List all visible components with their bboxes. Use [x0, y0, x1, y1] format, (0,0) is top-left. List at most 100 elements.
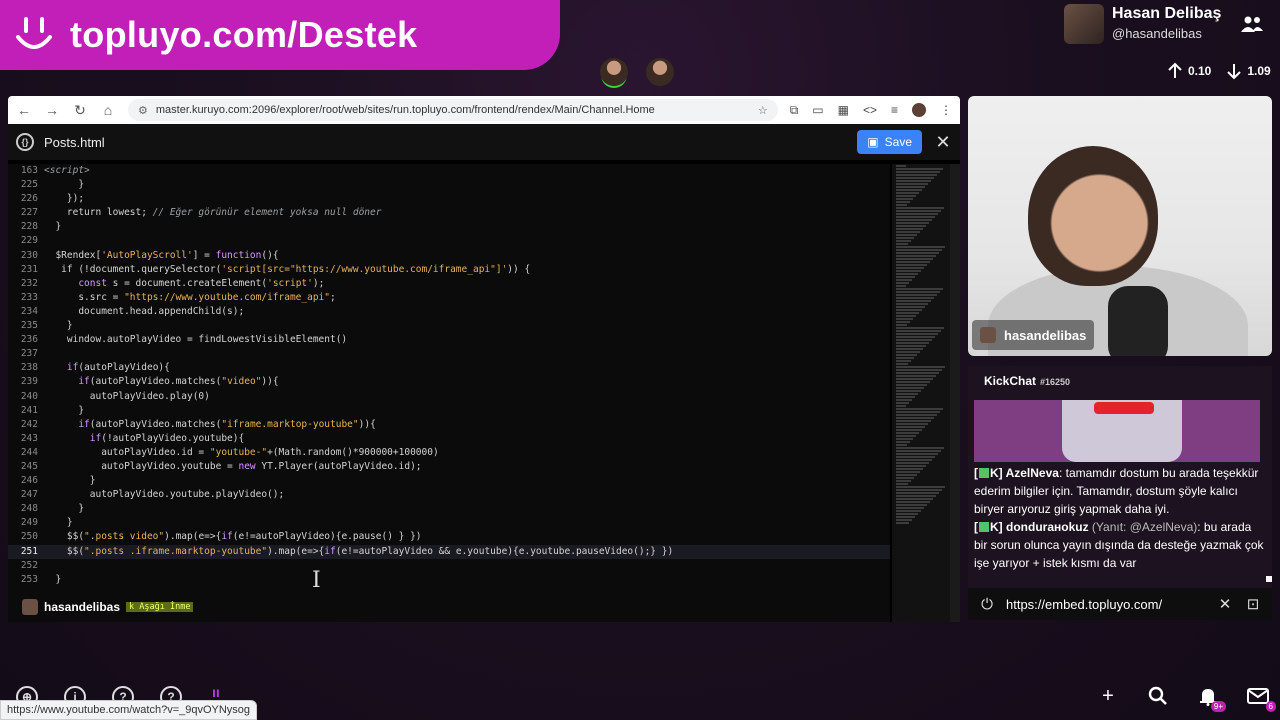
bell-icon[interactable]: 9+: [1196, 684, 1226, 712]
code-text: autoPlayVideo.id = "youtube-"+(Math.rand…: [44, 446, 439, 458]
code-line[interactable]: 244 autoPlayVideo.id = "youtube-"+(Math.…: [8, 446, 890, 460]
badge-letter: K: [990, 466, 999, 480]
code-line[interactable]: 227 return lowest; // Eğer görünür eleme…: [8, 206, 890, 220]
devtools-icon[interactable]: <>: [863, 103, 877, 117]
code-line[interactable]: 240 autoPlayVideo.play(0): [8, 390, 890, 404]
close-embed-icon[interactable]: ✕: [1216, 595, 1234, 613]
code-line[interactable]: 234 document.head.appendChild(s);: [8, 305, 890, 319]
code-line[interactable]: 252: [8, 559, 890, 573]
code-line[interactable]: 250 $$(".posts video").map(e=>{if(e!=aut…: [8, 530, 890, 544]
code-line[interactable]: 235 }: [8, 319, 890, 333]
site-info-icon[interactable]: ⚙: [138, 104, 148, 117]
code-text: window.autoPlayVideo = findLowestVisible…: [44, 334, 348, 346]
line-number: 235: [20, 320, 38, 332]
minimap-line: [896, 243, 908, 245]
line-number: 250: [20, 531, 38, 543]
minimap-line: [896, 453, 938, 455]
code-line[interactable]: 226 });: [8, 192, 890, 206]
code-editor[interactable]: 163 <script> 225 } 226 }); 227 return lowest…: [8, 164, 890, 622]
save-label: Save: [884, 135, 912, 149]
code-line[interactable]: 242 if(autoPlayVideo.matches("iframe.mar…: [8, 418, 890, 432]
mail-icon[interactable]: 6: [1246, 684, 1276, 712]
code-line[interactable]: 243 if(!autoPlayVideo.youtube){: [8, 432, 890, 446]
code-line[interactable]: 246 }: [8, 474, 890, 488]
minimap-line: [896, 186, 925, 188]
code-text: }: [44, 179, 85, 191]
chat-username[interactable]: dondurанokuz: [1006, 520, 1089, 534]
minimap-line: [896, 438, 913, 440]
code-line[interactable]: 163 <script>: [8, 164, 890, 178]
people-icon[interactable]: [1240, 14, 1264, 34]
line-number: 239: [20, 376, 38, 388]
chat-media[interactable]: [974, 400, 1260, 462]
arrow-up-icon: [1168, 62, 1182, 78]
chat-message[interactable]: [K] dondurанokuz (Yanıt: @AzelNeva): bu …: [974, 518, 1264, 572]
code-line[interactable]: 245 autoPlayVideo.youtube = new YT.Playe…: [8, 460, 890, 474]
address-bar[interactable]: ⚙ master.kuruyo.com:2096/explorer/root/w…: [128, 99, 778, 121]
minimap-line: [896, 279, 912, 281]
qr-icon[interactable]: ▦: [838, 103, 849, 117]
code-line[interactable]: 228 }: [8, 220, 890, 234]
chat-username[interactable]: AzelNeva: [1006, 466, 1059, 480]
viewer-avatar[interactable]: [600, 58, 628, 86]
minimap-line: [896, 504, 927, 506]
code-text: <script>: [44, 165, 90, 176]
code-line[interactable]: 236 window.autoPlayVideo = findLowestVis…: [8, 333, 890, 347]
minimap-line: [896, 177, 934, 179]
code-line[interactable]: 248 }: [8, 502, 890, 516]
screenshot-icon[interactable]: ⊡: [1244, 595, 1262, 613]
browser-profile-icon[interactable]: [912, 103, 926, 117]
media-icon[interactable]: ≡: [891, 103, 898, 117]
minimap-line: [896, 441, 910, 443]
profile-card[interactable]: Hasan Delibaş @hasandelibas: [1064, 4, 1221, 44]
minimap-line: [896, 330, 941, 332]
save-button[interactable]: ▣ Save: [857, 130, 922, 154]
code-text: }: [44, 517, 73, 529]
browser-window: ← → ↻ ⌂ ⚙ master.kuruyo.com:2096/explore…: [8, 96, 960, 622]
chat-reply-tag: (Yanıt: @AzelNeva): [1088, 520, 1198, 534]
chat-message[interactable]: [K] AzelNeva: tamamdır dostum bu arada t…: [974, 464, 1264, 518]
bars-icon[interactable]: ıı: [212, 684, 226, 700]
forward-icon[interactable]: →: [44, 102, 60, 118]
minimap-line: [896, 522, 909, 524]
code-line[interactable]: 230 $Rendex['AutoPlayScroll'] = function…: [8, 249, 890, 263]
chat-title-text: KickChat: [984, 374, 1037, 388]
close-icon[interactable]: ✕: [934, 132, 952, 153]
minimap-line: [896, 309, 922, 311]
code-line[interactable]: 239 if(autoPlayVideo.matches("video")){: [8, 375, 890, 389]
code-text: });: [44, 193, 85, 205]
code-line[interactable]: 238 if(autoPlayVideo){: [8, 361, 890, 375]
chat-scroll-indicator[interactable]: [1266, 576, 1272, 582]
code-minimap[interactable]: [892, 164, 950, 622]
code-line[interactable]: 251 $$(".posts .iframe.marktop-youtube")…: [8, 544, 890, 559]
code-line[interactable]: 233 s.src = "https://www.youtube.com/ifr…: [8, 291, 890, 305]
code-line[interactable]: 237: [8, 347, 890, 361]
code-line[interactable]: 249 }: [8, 516, 890, 530]
code-line[interactable]: 225 }: [8, 178, 890, 192]
code-line[interactable]: 229: [8, 234, 890, 248]
embed-url[interactable]: https://embed.topluyo.com/: [1006, 597, 1206, 612]
menu-icon[interactable]: ⋮: [940, 103, 952, 117]
home-icon[interactable]: ⌂: [100, 102, 116, 118]
code-line[interactable]: 241 }: [8, 404, 890, 418]
minimap-line: [896, 492, 939, 494]
power-icon[interactable]: ⏻: [978, 596, 996, 613]
back-icon[interactable]: ←: [16, 102, 32, 118]
line-number: 163: [20, 165, 38, 176]
extensions-icon[interactable]: ⧉: [790, 103, 799, 118]
viewer-avatar[interactable]: [646, 58, 674, 86]
code-line[interactable]: 247 autoPlayVideo.youtube.playVideo();: [8, 488, 890, 502]
minimap-line: [896, 348, 923, 350]
plus-icon[interactable]: +: [1096, 684, 1120, 708]
profile-name: Hasan Delibaş: [1112, 5, 1222, 22]
bookmark-star-icon[interactable]: ☆: [758, 104, 768, 117]
reload-icon[interactable]: ↻: [72, 102, 88, 118]
minimap-line: [896, 387, 924, 389]
editor-scrollbar[interactable]: [950, 164, 960, 622]
search-icon[interactable]: [1146, 684, 1170, 708]
code-line[interactable]: 232 const s = document.createElement('sc…: [8, 277, 890, 291]
minimap-line: [896, 423, 928, 425]
code-line[interactable]: 253 }: [8, 573, 890, 587]
cast-icon[interactable]: ▭: [812, 103, 823, 117]
code-line[interactable]: 231 if (!document.querySelector('script[…: [8, 263, 890, 277]
